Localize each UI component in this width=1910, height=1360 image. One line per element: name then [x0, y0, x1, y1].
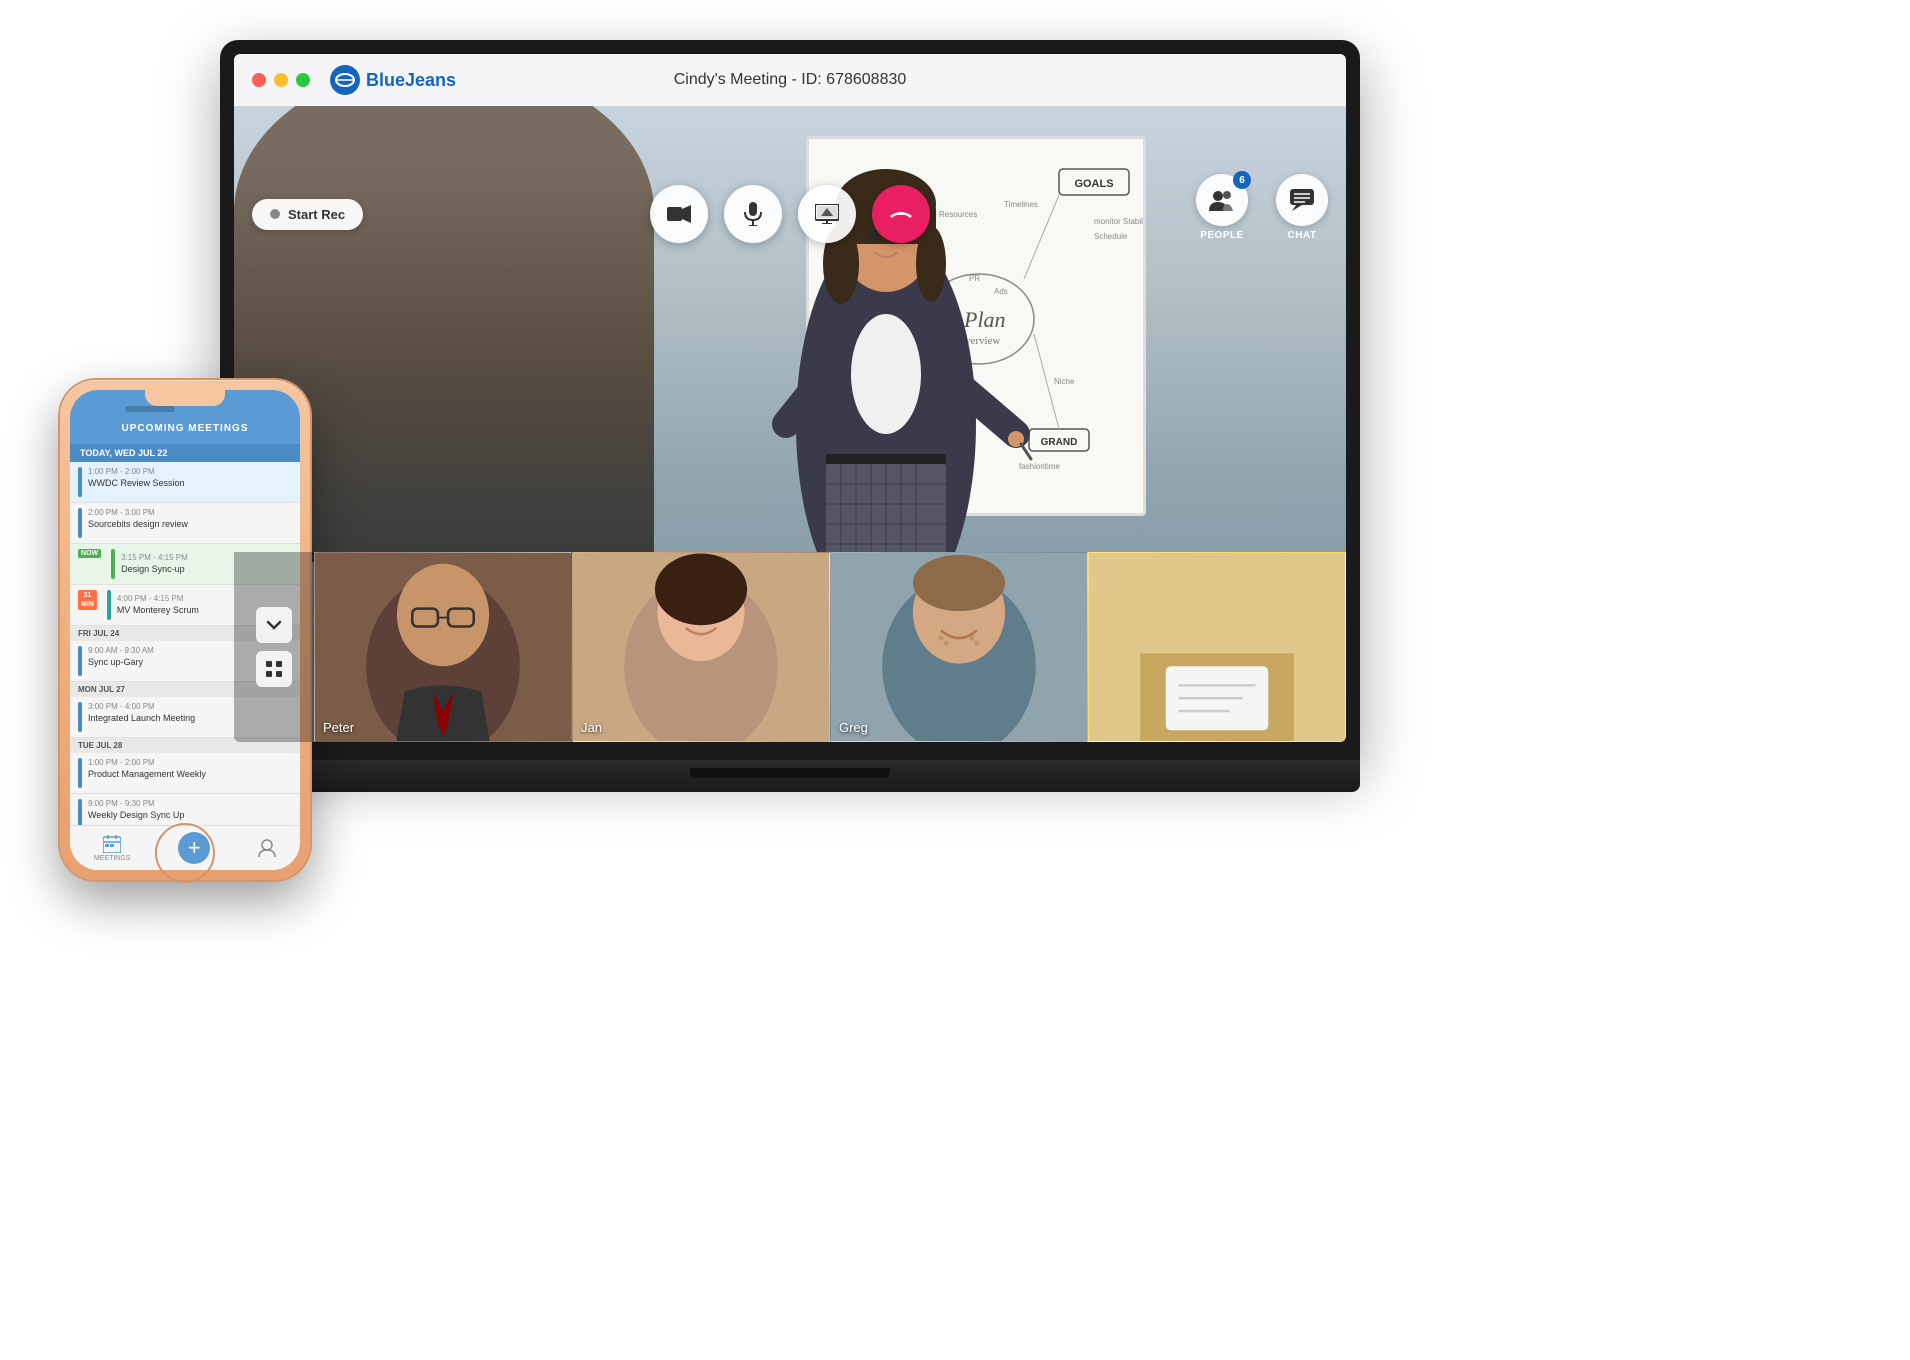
calendar-icon — [103, 835, 121, 853]
meeting-content: 2:00 PM - 3:00 PM Sourcebits design revi… — [88, 508, 292, 538]
meeting-content: 1:00 PM - 2:00 PM Product Management Wee… — [88, 758, 292, 788]
screen-share-button[interactable] — [798, 185, 856, 243]
right-panel-icons: 6 PEOPLE — [1196, 174, 1328, 241]
list-item[interactable]: 1:00 PM - 2:00 PM Product Management Wee… — [70, 753, 300, 794]
grid-view-button[interactable] — [256, 651, 292, 687]
minimize-button[interactable] — [274, 73, 288, 87]
thumbnail-greg-label: Greg — [839, 720, 868, 735]
meeting-indicator — [78, 799, 82, 825]
meeting-time: 2:00 PM - 3:00 PM — [88, 508, 292, 517]
chat-panel-button[interactable]: CHAT — [1276, 174, 1328, 241]
phone-notch — [145, 390, 225, 406]
close-button[interactable] — [252, 73, 266, 87]
thumbnail-strip: Peter Jan — [234, 552, 1346, 742]
meeting-title: Cindy's Meeting - ID: 678608830 — [674, 71, 907, 89]
chat-label: CHAT — [1287, 230, 1316, 241]
thumbnail-peter[interactable]: Peter — [314, 552, 572, 742]
titlebar: BlueJeans Cindy's Meeting - ID: 67860883… — [234, 54, 1346, 106]
laptop-screen: BlueJeans Cindy's Meeting - ID: 67860883… — [234, 54, 1346, 742]
logo-text: BlueJeans — [366, 70, 456, 91]
upcoming-meetings-title: UPCOMING MEETINGS — [121, 423, 248, 434]
thumbnail-greg[interactable]: Greg — [830, 552, 1088, 742]
meeting-indicator — [78, 467, 82, 497]
end-call-button[interactable] — [872, 185, 930, 243]
meeting-indicator — [78, 758, 82, 788]
app-logo: BlueJeans — [330, 65, 456, 95]
laptop: BlueJeans Cindy's Meeting - ID: 67860883… — [220, 40, 1360, 800]
svg-text:Niche: Niche — [1054, 377, 1075, 386]
maximize-button[interactable] — [296, 73, 310, 87]
video-button[interactable] — [650, 185, 708, 243]
logo-icon — [330, 65, 360, 95]
controls-bar: Start Rec — [234, 174, 1346, 254]
meeting-title: Weekly Design Sync Up — [88, 810, 292, 821]
start-rec-button[interactable]: Start Rec — [252, 199, 363, 230]
list-item[interactable]: 1:00 PM - 2:00 PM WWDC Review Session — [70, 462, 300, 503]
profile-icon — [258, 839, 276, 857]
meeting-content: 1:00 PM - 2:00 PM WWDC Review Session — [88, 467, 292, 497]
list-item[interactable]: 2:00 PM - 3:00 PM Sourcebits design revi… — [70, 503, 300, 544]
meeting-indicator — [111, 549, 115, 579]
nav-meetings[interactable]: MEETINGS — [94, 835, 131, 862]
today-date-label: TODAY, WED JUL 22 — [80, 448, 167, 458]
video-area: Plan Overview GOALS MARKETING BRAND — [234, 106, 1346, 742]
meeting-content: 9:00 PM - 9:30 PM Weekly Design Sync Up — [88, 799, 292, 825]
meeting-time: 1:00 PM - 2:00 PM — [88, 467, 292, 476]
now-badge: NOW — [78, 549, 101, 558]
thumbnail-peter-label: Peter — [323, 720, 354, 735]
strip-controls — [234, 552, 314, 742]
meeting-indicator — [107, 590, 111, 620]
meeting-time: 9:00 PM - 9:30 PM — [88, 799, 292, 808]
people-panel-button[interactable]: 6 PEOPLE — [1196, 174, 1248, 241]
laptop-body: BlueJeans Cindy's Meeting - ID: 67860883… — [220, 40, 1360, 760]
svg-text:GRAND: GRAND — [1041, 437, 1078, 448]
meeting-indicator — [78, 508, 82, 538]
meeting-title: Product Management Weekly — [88, 769, 292, 780]
mic-button[interactable] — [724, 185, 782, 243]
phone-today-bar: TODAY, WED JUL 22 — [70, 444, 300, 462]
list-item[interactable]: 9:00 PM - 9:30 PM Weekly Design Sync Up — [70, 794, 300, 825]
nav-meetings-label: MEETINGS — [94, 855, 131, 862]
nav-profile[interactable] — [258, 839, 276, 857]
people-label: PEOPLE — [1200, 230, 1244, 241]
laptop-base — [220, 760, 1360, 792]
thumbnail-right[interactable] — [1088, 552, 1346, 742]
meeting-indicator — [78, 646, 82, 676]
meeting-time: 1:00 PM - 2:00 PM — [88, 758, 292, 767]
meeting-title: WWDC Review Session — [88, 478, 292, 489]
start-rec-label: Start Rec — [288, 207, 345, 222]
meeting-title: Sourcebits design review — [88, 519, 292, 530]
phone-speaker — [125, 406, 175, 412]
phone-home-button[interactable] — [155, 823, 215, 883]
chat-icon-circle — [1276, 174, 1328, 226]
people-icon-circle: 6 — [1196, 174, 1248, 226]
people-badge: 6 — [1233, 171, 1251, 189]
meeting-indicator — [78, 702, 82, 732]
traffic-lights — [252, 73, 310, 87]
thumbnail-jan[interactable]: Jan — [572, 552, 830, 742]
thumbnail-jan-label: Jan — [581, 720, 602, 735]
min-badge: 31MIN — [78, 590, 97, 610]
collapse-strip-button[interactable] — [256, 607, 292, 643]
rec-dot-icon — [270, 209, 280, 219]
